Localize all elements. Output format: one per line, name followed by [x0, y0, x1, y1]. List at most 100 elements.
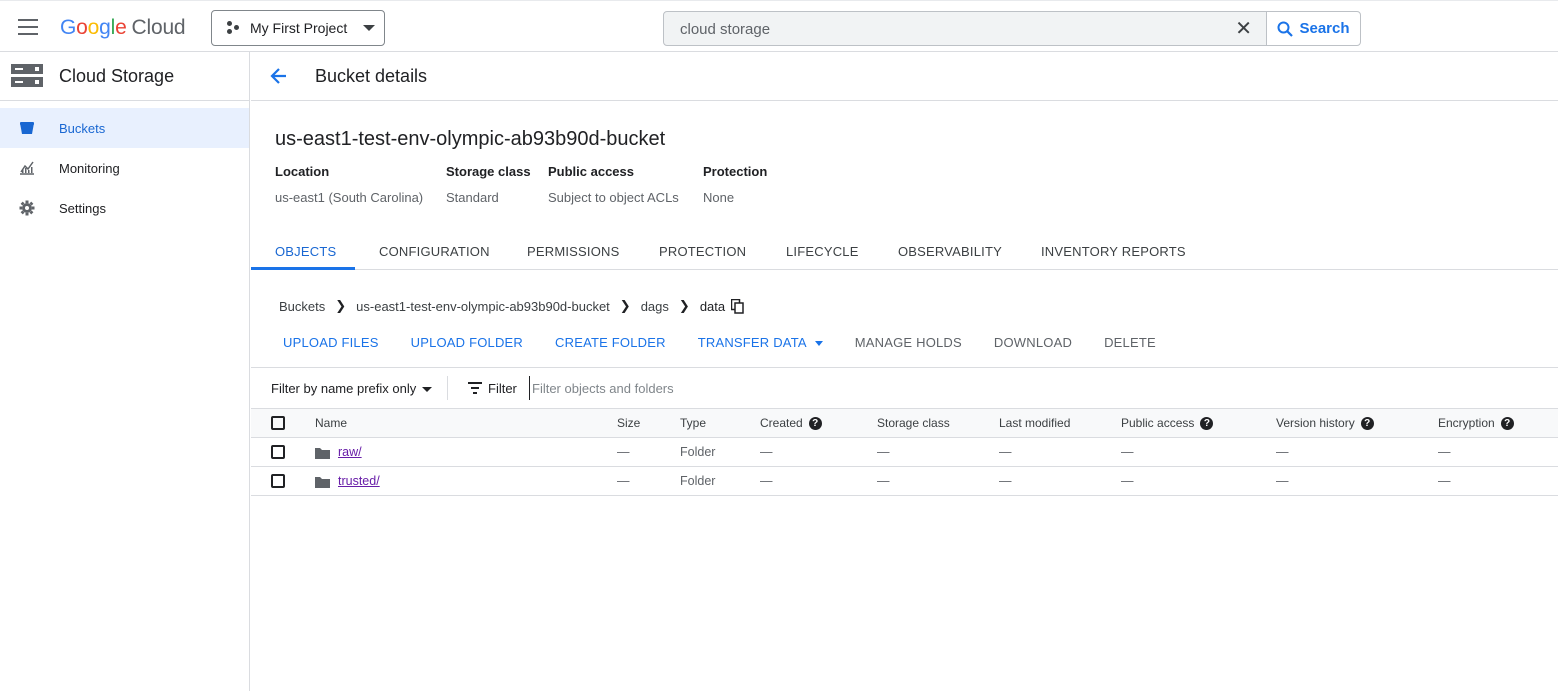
help-icon[interactable]: ?	[1500, 417, 1514, 431]
gear-icon	[19, 200, 35, 216]
column-header-encryption[interactable]: Encryption?	[1438, 408, 1558, 438]
menu-icon[interactable]	[18, 19, 38, 35]
folder-icon	[315, 476, 330, 488]
help-icon[interactable]: ?	[1360, 417, 1374, 431]
encryption-cell: —	[1438, 466, 1558, 496]
upload-files-button[interactable]: UPLOAD FILES	[283, 335, 379, 350]
row-checkbox[interactable]	[271, 474, 285, 489]
meta-label: Storage class	[446, 164, 531, 179]
breadcrumb-data: data	[699, 298, 726, 314]
column-header-type[interactable]: Type	[680, 408, 760, 438]
chevron-right-icon: ❯	[678, 298, 690, 313]
page-header: Bucket details	[251, 52, 1558, 101]
chart-icon	[19, 160, 35, 176]
tab-lifecycle[interactable]: LIFECYCLE	[786, 244, 859, 259]
column-header-name[interactable]: Name	[315, 408, 617, 438]
chevron-right-icon: ❯	[619, 298, 631, 313]
tab-objects[interactable]: OBJECTS	[275, 244, 336, 259]
breadcrumb-dags[interactable]: dags	[641, 299, 669, 314]
meta-protection: Protection None	[703, 164, 767, 205]
column-header-size[interactable]: Size	[617, 408, 680, 438]
google-cloud-logo[interactable]: Google Cloud	[60, 16, 186, 40]
column-header-storage-class[interactable]: Storage class	[877, 408, 999, 438]
version-history-cell: —	[1276, 437, 1438, 467]
created-cell: —	[760, 437, 877, 467]
last-modified-cell: —	[999, 466, 1121, 496]
column-header-created[interactable]: Created?	[760, 408, 877, 438]
filter-mode-select[interactable]: Filter by name prefix only	[271, 381, 433, 396]
sidebar-item-buckets[interactable]: Buckets	[0, 108, 249, 148]
top-bar: Google Cloud My First Project cloud stora…	[0, 0, 1558, 52]
meta-storage-class: Storage class Standard	[446, 164, 531, 205]
chevron-right-icon: ❯	[335, 298, 347, 313]
public-access-cell: —	[1121, 437, 1276, 467]
storage-class-cell: —	[877, 437, 999, 467]
filter-icon	[468, 382, 482, 394]
breadcrumb-buckets[interactable]: Buckets	[279, 299, 325, 314]
column-header-version-history[interactable]: Version history?	[1276, 408, 1438, 438]
meta-value: None	[703, 190, 735, 205]
copy-icon[interactable]	[731, 298, 744, 314]
transfer-data-button[interactable]: TRANSFER DATA	[698, 335, 823, 350]
sidebar-item-label: Settings	[59, 200, 106, 216]
search-input[interactable]: cloud storage ✕	[663, 11, 1267, 46]
tab-observability[interactable]: OBSERVABILITY	[898, 244, 1002, 259]
column-label: Version history	[1276, 415, 1355, 430]
bucket-name: us-east1-test-env-olympic-ab93b90d-bucke…	[275, 128, 666, 150]
folder-link[interactable]: trusted/	[338, 474, 380, 488]
help-icon[interactable]: ?	[1200, 417, 1214, 431]
meta-value: us-east1 (South Carolina)	[275, 190, 424, 205]
row-checkbox[interactable]	[271, 445, 285, 460]
filter-bar: Filter by name prefix only Filter	[251, 367, 1558, 408]
meta-label: Protection	[703, 164, 768, 179]
breadcrumb: Buckets ❯ us-east1-test-env-olympic-ab93…	[279, 298, 744, 314]
help-icon[interactable]: ?	[808, 417, 822, 431]
project-name: My First Project	[250, 20, 348, 36]
main-content: Bucket details us-east1-test-env-olympic…	[251, 52, 1558, 691]
table-row: raw/ — Folder — — — — — —	[251, 437, 1558, 467]
download-button[interactable]: DOWNLOAD	[994, 335, 1072, 350]
column-header-public-access[interactable]: Public access?	[1121, 408, 1276, 438]
select-all-checkbox[interactable]	[271, 416, 285, 431]
meta-value: Standard	[446, 190, 499, 205]
sidebar: Cloud Storage Buckets Monitoring Setting…	[0, 52, 250, 691]
tab-bar: OBJECTS CONFIGURATION PERMISSIONS PROTEC…	[251, 235, 1558, 270]
tab-permissions[interactable]: PERMISSIONS	[527, 244, 620, 259]
upload-folder-button[interactable]: UPLOAD FOLDER	[411, 335, 523, 350]
sidebar-item-settings[interactable]: Settings	[0, 188, 249, 228]
filter-input[interactable]	[529, 376, 1029, 400]
meta-value: Subject to object ACLs	[548, 190, 679, 205]
close-icon[interactable]: ✕	[1235, 19, 1252, 39]
tab-configuration[interactable]: CONFIGURATION	[379, 244, 490, 259]
sidebar-item-label: Monitoring	[59, 160, 120, 176]
tab-protection[interactable]: PROTECTION	[659, 244, 746, 259]
column-label: Public access	[1121, 415, 1195, 430]
project-picker[interactable]: My First Project	[211, 10, 385, 46]
version-history-cell: —	[1276, 466, 1438, 496]
folder-link[interactable]: raw/	[338, 445, 362, 459]
search-button[interactable]: Search	[1266, 11, 1361, 46]
project-icon	[226, 21, 240, 35]
tab-inventory-reports[interactable]: INVENTORY REPORTS	[1041, 244, 1186, 259]
filter-label: Filter	[488, 381, 517, 396]
created-cell: —	[760, 466, 877, 496]
meta-public-access: Public access Subject to object ACLs	[548, 164, 679, 205]
meta-location: Location us-east1 (South Carolina)	[275, 164, 423, 205]
encryption-cell: —	[1438, 437, 1558, 467]
folder-icon	[315, 447, 330, 459]
back-arrow-icon[interactable]	[269, 66, 289, 86]
breadcrumb-bucket[interactable]: us-east1-test-env-olympic-ab93b90d-bucke…	[356, 299, 610, 314]
delete-button[interactable]: DELETE	[1104, 335, 1156, 350]
manage-holds-button[interactable]: MANAGE HOLDS	[855, 335, 962, 350]
name-cell: raw/	[315, 437, 617, 467]
size-cell: —	[617, 466, 680, 496]
sidebar-item-monitoring[interactable]: Monitoring	[0, 148, 249, 188]
transfer-data-label: TRANSFER DATA	[697, 335, 807, 350]
storage-class-cell: —	[877, 466, 999, 496]
search-value: cloud storage	[680, 21, 771, 38]
objects-table: Name Size Type Created? Storage class La…	[251, 408, 1558, 496]
create-folder-button[interactable]: CREATE FOLDER	[555, 335, 666, 350]
column-header-last-modified[interactable]: Last modified	[999, 408, 1121, 438]
column-label: Created	[760, 415, 803, 430]
sidebar-title: Cloud Storage	[59, 65, 175, 86]
